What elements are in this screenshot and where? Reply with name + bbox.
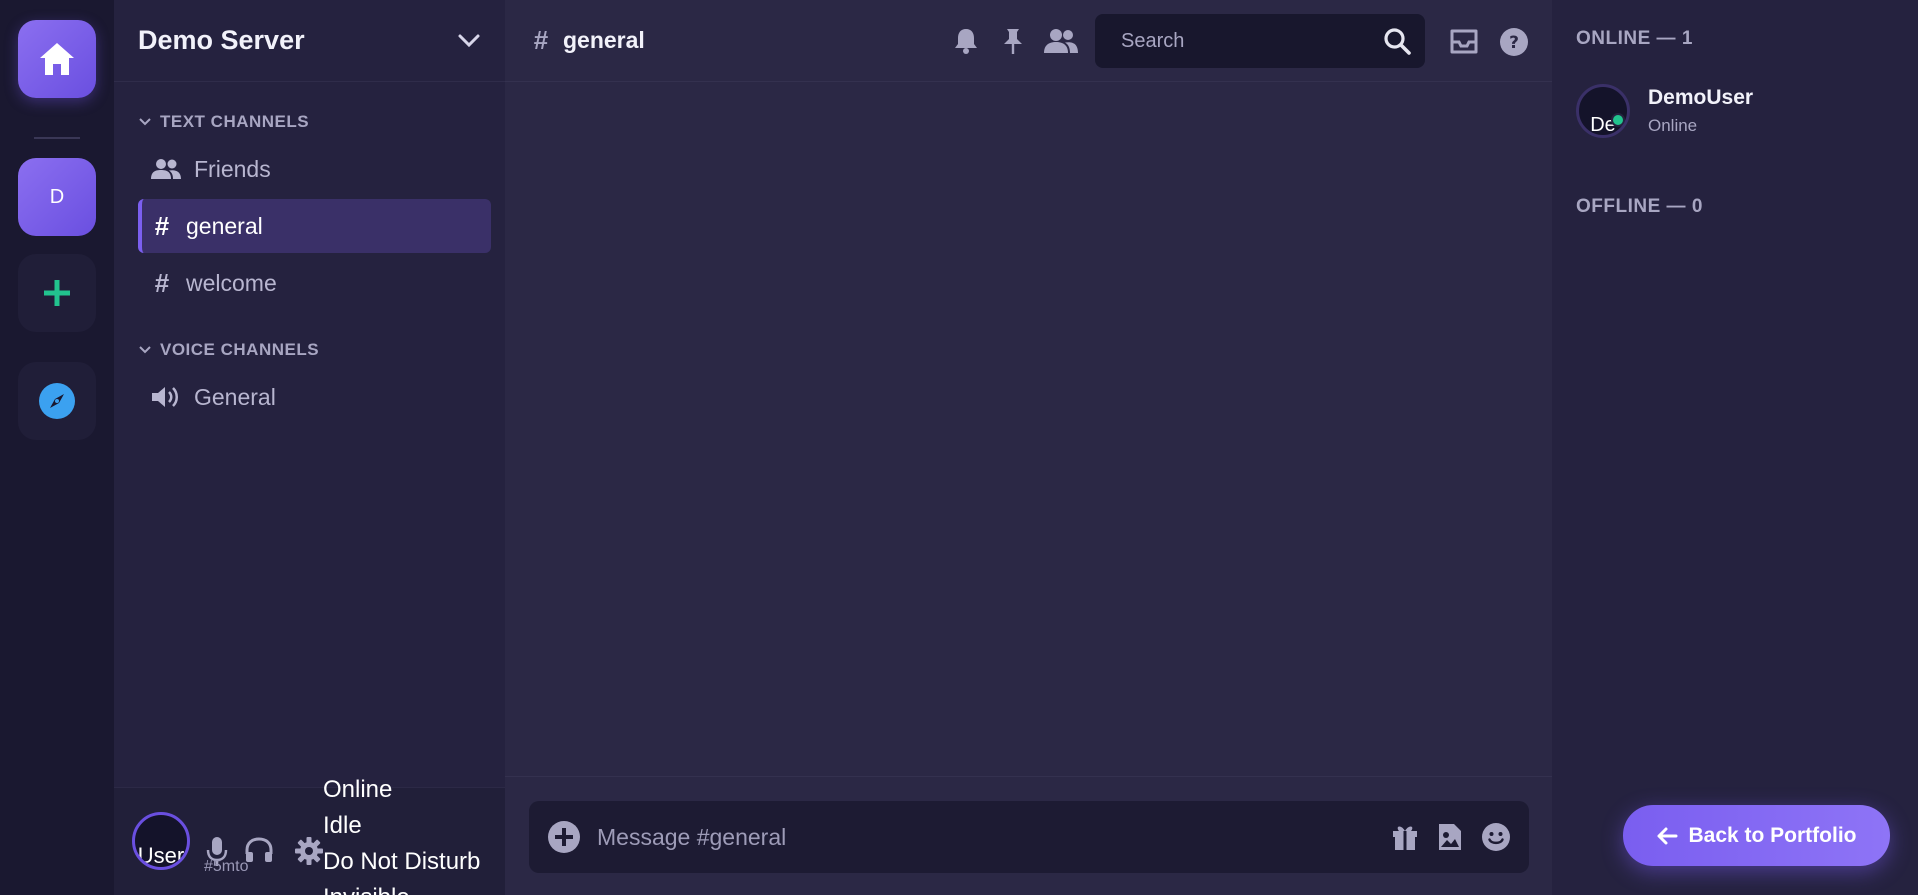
app: D Demo Server TEXT CHANNELS Friends # ge… xyxy=(0,0,1918,895)
help-icon[interactable]: ? xyxy=(1499,27,1529,57)
composer-tools xyxy=(1391,822,1511,852)
sidebar-item-label: general xyxy=(186,212,263,239)
list-item[interactable]: De DemoUser Online xyxy=(1576,84,1753,138)
avatar: De xyxy=(1576,84,1630,138)
status-option-online[interactable]: Online xyxy=(323,772,480,808)
status-menu: Online Idle Do Not Disturb Invisible xyxy=(323,772,480,895)
voice-channel-label: General xyxy=(194,383,276,410)
message-input[interactable] xyxy=(597,823,1391,851)
sidebar-item-welcome[interactable]: # welcome xyxy=(138,256,491,310)
members-icon[interactable] xyxy=(1043,27,1079,55)
composer-area xyxy=(505,776,1552,895)
pin-icon[interactable] xyxy=(1001,27,1025,55)
headphones-icon[interactable] xyxy=(244,836,274,864)
category-label: VOICE CHANNELS xyxy=(160,340,320,359)
arrow-left-icon xyxy=(1657,827,1678,844)
server-header[interactable]: Demo Server xyxy=(114,0,505,82)
search-input[interactable] xyxy=(1121,29,1361,53)
server-demo-button[interactable]: D xyxy=(18,158,96,236)
chevron-down-icon xyxy=(139,346,151,354)
text-channels-category[interactable]: TEXT CHANNELS xyxy=(138,112,309,132)
status-option-dnd[interactable]: Do Not Disturb xyxy=(323,844,480,880)
gear-icon[interactable] xyxy=(294,836,324,866)
chevron-down-icon[interactable] xyxy=(457,33,481,49)
channel-sidebar: Demo Server TEXT CHANNELS Friends # gene… xyxy=(114,0,505,895)
gift-icon[interactable] xyxy=(1391,822,1419,852)
inbox-icon[interactable] xyxy=(1449,27,1479,55)
chat-main: # general Search ? Message #general xyxy=(505,0,1552,895)
hash-icon: # xyxy=(154,210,170,241)
user-tag: #5mto xyxy=(204,858,249,875)
emoji-icon[interactable] xyxy=(1481,822,1511,852)
category-label: TEXT CHANNELS xyxy=(160,112,310,131)
hash-icon: # xyxy=(154,267,170,298)
add-server-button[interactable] xyxy=(18,254,96,332)
server-name: Demo Server xyxy=(138,25,305,55)
bell-icon[interactable] xyxy=(953,27,979,55)
status-option-idle[interactable]: Idle xyxy=(323,808,480,844)
compass-icon xyxy=(39,383,75,419)
sidebar-item-general[interactable]: # general xyxy=(138,199,491,253)
member-list: ONLINE — 1 De DemoUser Online OFFLINE — … xyxy=(1552,0,1918,895)
back-to-portfolio-button[interactable]: Back to Portfolio xyxy=(1623,805,1890,866)
server-initial: D xyxy=(49,185,65,208)
voice-channel-general[interactable]: General xyxy=(138,370,491,424)
online-header: ONLINE — 1 xyxy=(1576,28,1693,49)
channel-name: general xyxy=(563,27,645,53)
avatar-text: User xyxy=(137,843,185,868)
add-attachment-icon[interactable] xyxy=(547,820,581,854)
svg-text:?: ? xyxy=(1509,33,1519,53)
server-rail: D xyxy=(0,0,114,895)
home-icon xyxy=(40,43,74,75)
member-info: DemoUser Online xyxy=(1648,86,1753,136)
hash-icon: # xyxy=(533,25,549,55)
offline-header: OFFLINE — 0 xyxy=(1576,196,1703,217)
home-button[interactable] xyxy=(18,20,96,98)
status-option-invisible[interactable]: Invisible xyxy=(323,880,480,895)
image-file-icon[interactable] xyxy=(1437,822,1463,852)
online-status-dot xyxy=(1611,113,1625,127)
sidebar-item-label: welcome xyxy=(186,269,277,296)
explore-button[interactable] xyxy=(18,362,96,440)
message-list[interactable] xyxy=(505,82,1552,776)
avatar[interactable]: User xyxy=(132,812,190,870)
member-status: Online xyxy=(1648,116,1698,135)
voice-channels-category[interactable]: VOICE CHANNELS xyxy=(138,340,319,360)
plus-icon xyxy=(44,280,70,306)
friends-icon xyxy=(151,159,181,179)
channel-header: # general Search ? xyxy=(505,0,1552,82)
speaker-icon xyxy=(152,387,178,407)
sidebar-item-friends[interactable]: Friends xyxy=(138,142,491,196)
member-name: DemoUser xyxy=(1648,86,1754,109)
back-to-portfolio-label: Back to Portfolio xyxy=(1688,823,1857,847)
channel-title: # general xyxy=(529,25,645,56)
rail-separator xyxy=(34,137,80,139)
chevron-down-icon xyxy=(139,118,151,126)
search-icon[interactable] xyxy=(1383,27,1411,55)
sidebar-item-label: Friends xyxy=(194,155,271,182)
search-box[interactable] xyxy=(1095,14,1425,68)
message-composer[interactable] xyxy=(529,801,1529,873)
